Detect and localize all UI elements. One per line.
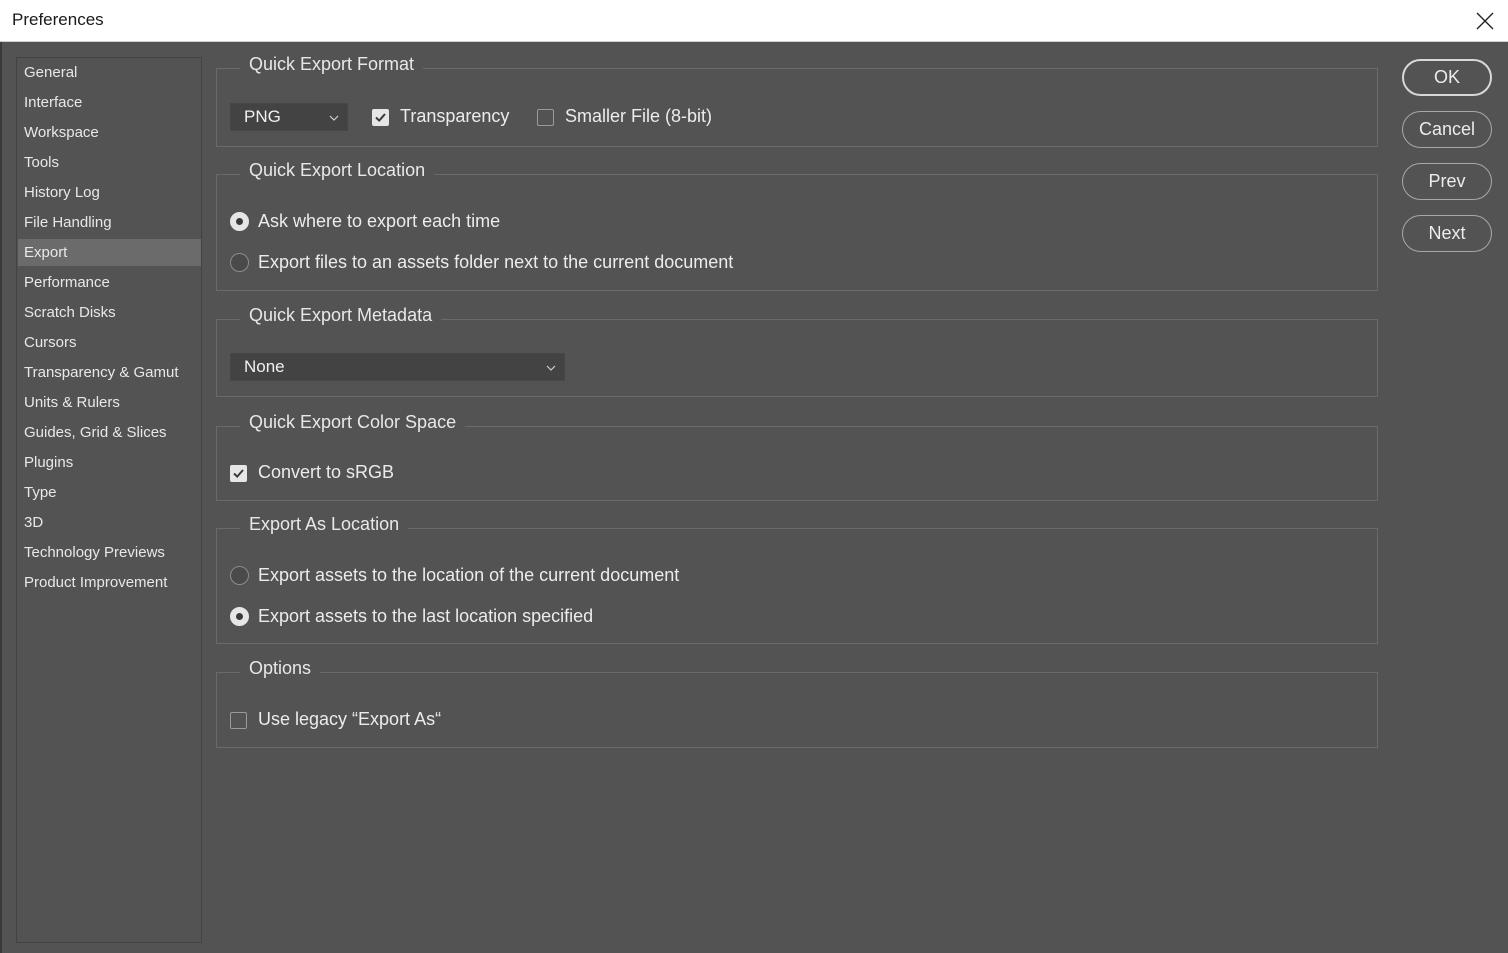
quick-export-format-group: Quick Export Format [216, 54, 1378, 147]
ok-button[interactable]: OK [1402, 59, 1492, 96]
radio-current-document-location[interactable] [230, 566, 249, 585]
group-legend: Quick Export Metadata [240, 305, 442, 326]
assets-folder-label[interactable]: Export files to an assets folder next to… [258, 252, 733, 273]
current-document-location-label[interactable]: Export assets to the location of the cur… [258, 565, 679, 586]
metadata-select-value: None [244, 357, 285, 376]
radio-ask-each-time[interactable] [230, 212, 249, 231]
convert-srgb-label[interactable]: Convert to sRGB [258, 462, 394, 483]
quick-export-location-group: Quick Export Location [216, 160, 1378, 291]
close-button[interactable] [1462, 0, 1508, 42]
radio-last-location[interactable] [230, 607, 249, 626]
legacy-export-as-checkbox[interactable] [230, 712, 247, 729]
last-location-label[interactable]: Export assets to the last location speci… [258, 606, 593, 627]
transparency-label[interactable]: Transparency [400, 106, 509, 127]
checkmark-icon [375, 113, 386, 123]
sidebar-item-interface[interactable]: Interface [18, 89, 201, 116]
sidebar-item-guides-grid-slices[interactable]: Guides, Grid & Slices [18, 419, 201, 446]
sidebar-item-history-log[interactable]: History Log [18, 179, 201, 206]
window-title: Preferences [12, 10, 104, 29]
smaller-file-label[interactable]: Smaller File (8-bit) [565, 106, 712, 127]
sidebar-item-technology-previews[interactable]: Technology Previews [18, 539, 201, 566]
sidebar-item-export[interactable]: Export [18, 239, 201, 266]
sidebar-item-general[interactable]: General [18, 59, 201, 86]
smaller-file-checkbox[interactable] [537, 109, 554, 126]
radio-assets-folder[interactable] [230, 253, 249, 272]
sidebar-item-plugins[interactable]: Plugins [18, 449, 201, 476]
metadata-select[interactable]: None [230, 353, 565, 381]
cancel-button[interactable]: Cancel [1402, 111, 1492, 148]
sidebar-item-units-rulers[interactable]: Units & Rulers [18, 389, 201, 416]
group-legend: Quick Export Location [240, 160, 435, 181]
prev-button[interactable]: Prev [1402, 163, 1492, 200]
ask-each-time-label[interactable]: Ask where to export each time [258, 211, 500, 232]
checkmark-icon [233, 469, 244, 479]
sidebar-item-performance[interactable]: Performance [18, 269, 201, 296]
legacy-export-as-label[interactable]: Use legacy “Export As“ [258, 709, 441, 730]
sidebar-item-3d[interactable]: 3D [18, 509, 201, 536]
sidebar-item-file-handling[interactable]: File Handling [18, 209, 201, 236]
chevron-down-icon [329, 115, 339, 121]
format-select-value: PNG [244, 107, 281, 126]
preferences-sidebar: General Interface Workspace Tools Histor… [16, 57, 202, 943]
format-select[interactable]: PNG [230, 103, 348, 131]
sidebar-item-type[interactable]: Type [18, 479, 201, 506]
transparency-checkbox[interactable] [372, 109, 389, 126]
sidebar-item-cursors[interactable]: Cursors [18, 329, 201, 356]
sidebar-item-workspace[interactable]: Workspace [18, 119, 201, 146]
group-legend: Quick Export Color Space [240, 412, 466, 433]
sidebar-item-tools[interactable]: Tools [18, 149, 201, 176]
sidebar-item-scratch-disks[interactable]: Scratch Disks [18, 299, 201, 326]
close-icon [1476, 12, 1494, 30]
next-button[interactable]: Next [1402, 215, 1492, 252]
group-legend: Export As Location [240, 514, 409, 535]
window-edge [0, 42, 2, 953]
group-legend: Options [240, 658, 321, 679]
group-legend: Quick Export Format [240, 54, 424, 75]
sidebar-item-transparency-gamut[interactable]: Transparency & Gamut [18, 359, 201, 386]
sidebar-item-product-improvement[interactable]: Product Improvement [18, 569, 201, 596]
title-bar: Preferences [0, 0, 1508, 42]
convert-srgb-checkbox[interactable] [230, 465, 247, 482]
chevron-down-icon [546, 365, 556, 371]
